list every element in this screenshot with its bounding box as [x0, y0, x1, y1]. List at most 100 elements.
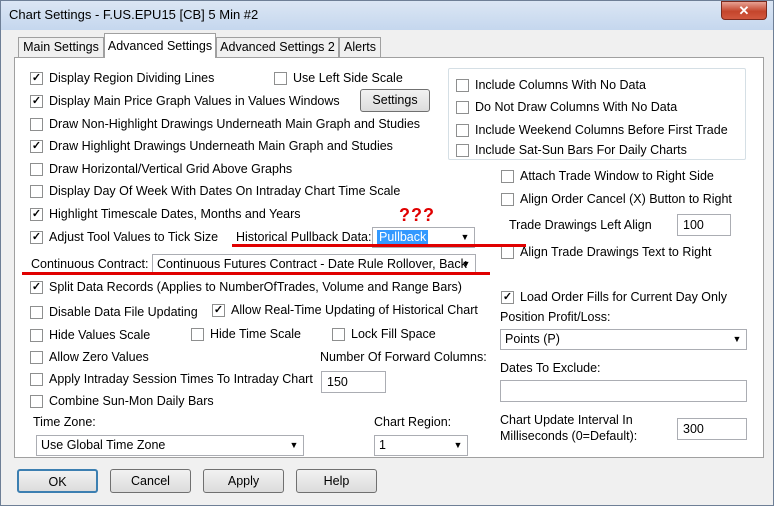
checkbox-label: Apply Intraday Session Times To Intraday… [49, 372, 313, 386]
checkbox-box [456, 123, 469, 137]
chevron-down-icon: ▼ [460, 232, 470, 242]
settings-button[interactable]: Settings [360, 89, 430, 112]
chart-update-interval-input[interactable]: 300 [677, 418, 747, 440]
checkbox-box [30, 350, 43, 364]
lock-fill-space-checkbox[interactable]: Lock Fill Space [332, 326, 436, 342]
load-order-fills-checkbox[interactable]: ✓ Load Order Fills for Current Day Only [501, 289, 727, 305]
combine-sun-mon-checkbox[interactable]: Combine Sun-Mon Daily Bars [30, 393, 214, 409]
window-title: Chart Settings - F.US.EPU15 [CB] 5 Min #… [9, 7, 259, 22]
checkbox-label: Include Weekend Columns Before First Tra… [475, 123, 728, 137]
time-zone-select[interactable]: Use Global Time Zone ▼ [36, 435, 304, 456]
checkbox-label: Include Sat-Sun Bars For Daily Charts [475, 143, 687, 157]
checkbox-box [501, 169, 514, 183]
checkbox-box [501, 245, 514, 259]
use-left-side-scale-checkbox[interactable]: Use Left Side Scale [274, 70, 403, 86]
checkmark-icon: ✓ [30, 230, 43, 244]
apply-intraday-session-checkbox[interactable]: Apply Intraday Session Times To Intraday… [30, 371, 313, 387]
tab-advanced-settings-2[interactable]: Advanced Settings 2 [216, 37, 339, 57]
draw-grid-above-graphs-checkbox[interactable]: Draw Horizontal/Vertical Grid Above Grap… [30, 161, 292, 177]
checkmark-icon: ✓ [501, 290, 514, 304]
historical-pullback-label: Historical Pullback Data: [236, 230, 372, 244]
display-region-dividing-lines-checkbox[interactable]: ✓ Display Region Dividing Lines [30, 70, 214, 86]
close-button[interactable]: ✕ [721, 1, 767, 20]
draw-non-highlight-underneath-checkbox[interactable]: Draw Non-Highlight Drawings Underneath M… [30, 116, 420, 132]
checkbox-label: Draw Horizontal/Vertical Grid Above Grap… [49, 162, 293, 176]
chart-region-select[interactable]: 1 ▼ [374, 435, 468, 456]
select-value: 1 [379, 438, 386, 452]
checkbox-label: Allow Real-Time Updating of Historical C… [231, 303, 478, 317]
position-profit-loss-select[interactable]: Points (P) ▼ [500, 329, 747, 350]
trade-drawings-left-align-input[interactable]: 100 [677, 214, 731, 236]
checkbox-box [456, 143, 469, 157]
checkbox-label: Adjust Tool Values to Tick Size [49, 230, 219, 244]
allow-realtime-updating-checkbox[interactable]: ✓ Allow Real-Time Updating of Historical … [212, 302, 478, 318]
checkbox-box [30, 328, 43, 342]
checkbox-label: Align Trade Drawings Text to Right [520, 245, 712, 259]
forward-columns-input[interactable]: 150 [321, 371, 386, 393]
checkbox-label: Display Day Of Week With Dates On Intrad… [49, 184, 401, 198]
ok-button[interactable]: OK [17, 469, 98, 493]
include-weekend-columns-checkbox[interactable]: Include Weekend Columns Before First Tra… [456, 122, 728, 138]
tab-main-settings[interactable]: Main Settings [18, 37, 104, 57]
align-order-cancel-checkbox[interactable]: Align Order Cancel (X) Button to Right [501, 191, 732, 207]
continuous-contract-label: Continuous Contract: [31, 257, 149, 271]
checkbox-label: Display Region Dividing Lines [49, 71, 215, 85]
checkbox-label: Draw Non-Highlight Drawings Underneath M… [49, 117, 421, 131]
draw-highlight-underneath-checkbox[interactable]: ✓ Draw Highlight Drawings Underneath Main… [30, 138, 393, 154]
disable-data-file-updating-checkbox[interactable]: Disable Data File Updating [30, 304, 198, 320]
select-value: Continuous Futures Contract - Date Rule … [157, 257, 467, 271]
highlight-timescale-dates-checkbox[interactable]: ✓ Highlight Timescale Dates, Months and Y… [30, 206, 301, 222]
chevron-down-icon: ▼ [289, 440, 299, 450]
checkbox-label: Load Order Fills for Current Day Only [520, 290, 728, 304]
close-icon: ✕ [738, 3, 750, 18]
chart-update-interval-label-2: Milliseconds (0=Default): [500, 429, 638, 443]
adjust-tool-values-checkbox[interactable]: ✓ Adjust Tool Values to Tick Size [30, 229, 218, 245]
cancel-button[interactable]: Cancel [110, 469, 191, 493]
checkmark-icon: ✓ [30, 207, 43, 221]
dates-to-exclude-label: Dates To Exclude: [500, 361, 601, 375]
checkbox-box [30, 184, 43, 198]
select-value: Use Global Time Zone [41, 438, 166, 452]
do-not-draw-columns-checkbox[interactable]: Do Not Draw Columns With No Data [456, 99, 677, 115]
apply-button[interactable]: Apply [203, 469, 284, 493]
checkmark-icon: ✓ [30, 94, 43, 108]
checkbox-label: Display Main Price Graph Values in Value… [49, 94, 340, 108]
chevron-down-icon: ▼ [732, 334, 742, 344]
tab-advanced-settings[interactable]: Advanced Settings [104, 33, 216, 58]
hide-values-scale-checkbox[interactable]: Hide Values Scale [30, 327, 150, 343]
checkbox-label: Allow Zero Values [49, 350, 149, 364]
checkbox-label: Split Data Records (Applies to NumberOfT… [49, 280, 462, 294]
red-question-annotation: ??? [399, 205, 435, 225]
checkbox-label: Attach Trade Window to Right Side [520, 169, 714, 183]
checkmark-icon: ✓ [30, 71, 43, 85]
checkbox-label: Hide Values Scale [49, 328, 151, 342]
position-profit-loss-label: Position Profit/Loss: [500, 310, 611, 324]
display-day-of-week-checkbox[interactable]: Display Day Of Week With Dates On Intrad… [30, 183, 400, 199]
checkmark-icon: ✓ [30, 280, 43, 294]
checkmark-icon: ✓ [212, 303, 225, 317]
checkbox-box [274, 71, 287, 85]
red-underline-annotation [232, 244, 526, 247]
include-columns-no-data-checkbox[interactable]: Include Columns With No Data [456, 77, 646, 93]
checkbox-label: Hide Time Scale [210, 327, 302, 341]
help-button[interactable]: Help [296, 469, 377, 493]
display-main-price-values-checkbox[interactable]: ✓ Display Main Price Graph Values in Valu… [30, 93, 340, 109]
allow-zero-values-checkbox[interactable]: Allow Zero Values [30, 349, 149, 365]
dates-to-exclude-input[interactable] [500, 380, 747, 402]
checkbox-box [456, 78, 469, 92]
tab-alerts[interactable]: Alerts [339, 37, 381, 57]
include-sat-sun-bars-checkbox[interactable]: Include Sat-Sun Bars For Daily Charts [456, 142, 687, 158]
checkbox-box [30, 117, 43, 131]
checkbox-label: Combine Sun-Mon Daily Bars [49, 394, 214, 408]
align-trade-drawings-text-checkbox[interactable]: Align Trade Drawings Text to Right [501, 244, 712, 260]
time-zone-label: Time Zone: [33, 415, 96, 429]
checkbox-box [30, 305, 43, 319]
checkbox-box [332, 327, 345, 341]
checkbox-box [456, 100, 469, 114]
select-value: Points (P) [505, 332, 560, 346]
split-data-records-checkbox[interactable]: ✓ Split Data Records (Applies to NumberOf… [30, 279, 462, 295]
checkbox-box [30, 372, 43, 386]
checkbox-label: Highlight Timescale Dates, Months and Ye… [49, 207, 301, 221]
attach-trade-window-checkbox[interactable]: Attach Trade Window to Right Side [501, 168, 714, 184]
hide-time-scale-checkbox[interactable]: Hide Time Scale [191, 326, 301, 342]
